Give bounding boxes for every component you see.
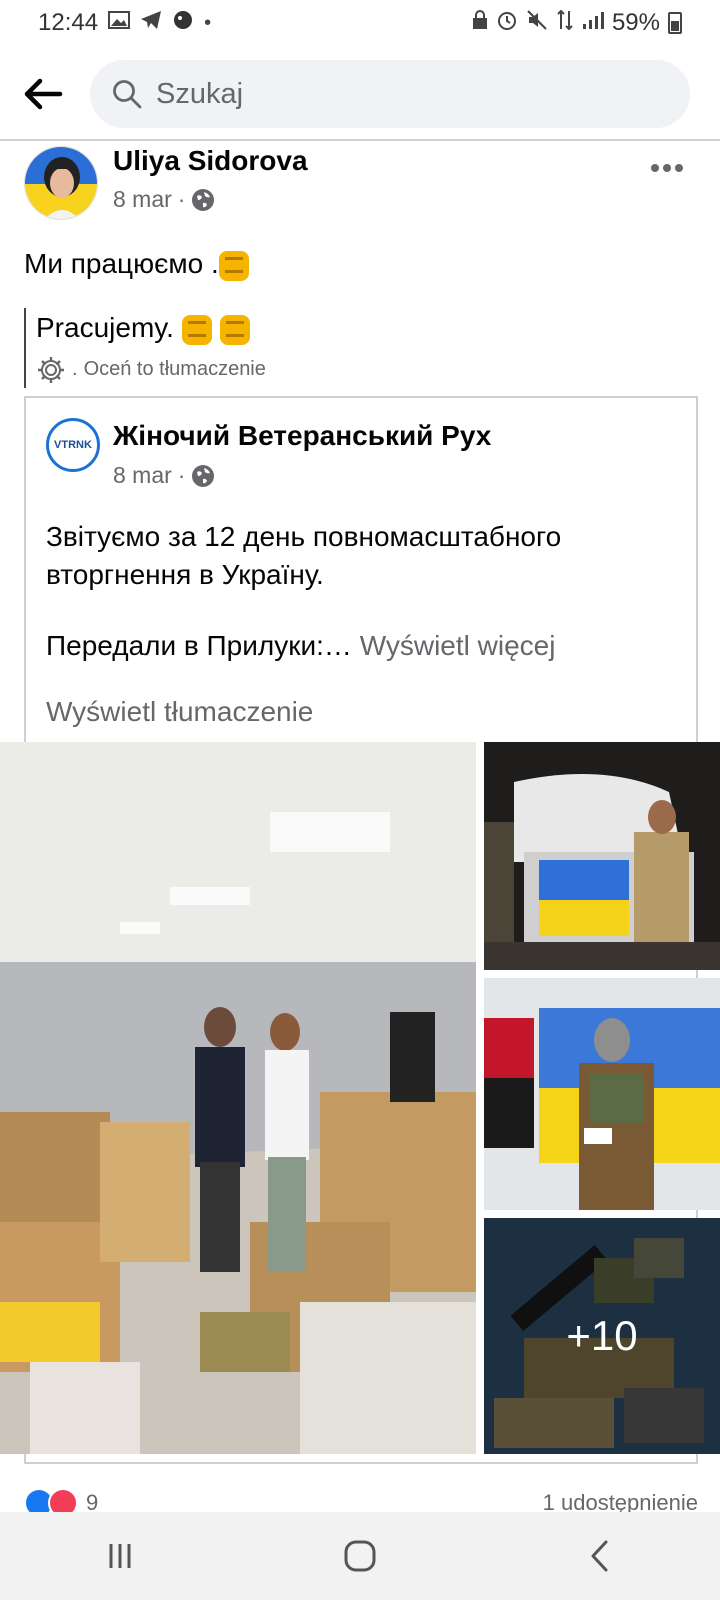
translation-content: Pracujemy. bbox=[36, 312, 174, 343]
home-button[interactable] bbox=[320, 1526, 400, 1586]
shared-post-text-line: Передали в Прилуки:… bbox=[46, 630, 352, 661]
meta-separator: · bbox=[177, 462, 186, 488]
globe-icon bbox=[192, 464, 215, 487]
post-options-button[interactable] bbox=[650, 148, 684, 180]
home-icon bbox=[344, 1540, 376, 1572]
rate-translation-link[interactable]: Oceń to tłumaczenie bbox=[84, 358, 266, 381]
header-divider bbox=[0, 139, 720, 141]
more-photos-count: +10 bbox=[566, 1312, 638, 1359]
mute-icon bbox=[526, 9, 548, 37]
photo-soldier-flag-image bbox=[484, 978, 720, 1210]
alarm-icon bbox=[496, 9, 518, 37]
more-photos-overlay[interactable]: +10 bbox=[484, 1218, 720, 1454]
shared-page-name[interactable]: Жіночий Ветеранський Рух bbox=[113, 420, 491, 452]
lock-icon bbox=[472, 10, 488, 36]
shared-post-date[interactable]: 8 mar bbox=[113, 462, 172, 489]
post-date[interactable]: 8 mar bbox=[113, 186, 172, 213]
rate-dot: . bbox=[72, 358, 78, 381]
translation-text: Pracujemy. bbox=[36, 312, 624, 345]
back-arrow-icon bbox=[24, 78, 63, 110]
more-notifications-dot-icon: • bbox=[204, 11, 212, 34]
status-time: 12:44 bbox=[38, 9, 99, 36]
post-text-content: Ми працюємо . bbox=[24, 248, 219, 279]
back-button[interactable] bbox=[20, 70, 68, 118]
more-dots-icon bbox=[651, 164, 683, 172]
translation-block: Pracujemy. . Oceń to tłumaczenie bbox=[24, 308, 624, 388]
shared-post-meta: 8 mar · bbox=[113, 462, 215, 489]
see-more-link[interactable]: Wyświetl więcej bbox=[360, 630, 556, 661]
raised-fist-emoji-icon bbox=[218, 250, 249, 281]
author-avatar[interactable] bbox=[24, 146, 98, 220]
page-avatar-logo-text: VTRNK bbox=[54, 439, 92, 451]
system-nav-bar bbox=[0, 1512, 720, 1600]
recent-apps-button[interactable] bbox=[80, 1526, 160, 1586]
post-meta: 8 mar · bbox=[113, 186, 215, 213]
raised-fist-emoji-icon bbox=[181, 314, 212, 345]
gallery-icon bbox=[108, 10, 131, 36]
see-translation-link[interactable]: Wyświetl tłumaczenie bbox=[46, 696, 313, 728]
shared-post-text-continued: Передали в Прилуки:… Wyświetl więcej bbox=[46, 630, 555, 662]
raised-fist-emoji-icon bbox=[219, 314, 250, 345]
photo-car-flag[interactable] bbox=[484, 742, 720, 970]
page-avatar[interactable]: VTRNK bbox=[46, 418, 100, 472]
rate-translation-row[interactable]: . Oceń to tłumaczenie bbox=[36, 355, 624, 385]
data-transfer-icon bbox=[556, 9, 574, 37]
chevron-left-icon bbox=[591, 1540, 608, 1572]
avatar-image bbox=[25, 147, 97, 219]
photo-warehouse-image bbox=[0, 742, 476, 1454]
system-back-button[interactable] bbox=[560, 1526, 640, 1586]
top-bar bbox=[0, 56, 720, 136]
photo-equipment[interactable]: +10 bbox=[484, 1218, 720, 1454]
meta-separator: · bbox=[177, 186, 186, 212]
post-text: Ми працюємо . bbox=[24, 248, 249, 281]
telegram-icon bbox=[140, 10, 162, 36]
photo-car-flag-image bbox=[484, 742, 720, 970]
status-bar: 12:44 • 59% bbox=[0, 0, 720, 46]
search-icon bbox=[113, 80, 142, 109]
photo-soldier-flag[interactable] bbox=[484, 978, 720, 1210]
search-input[interactable] bbox=[156, 77, 636, 111]
battery-percent: 59% bbox=[611, 9, 660, 36]
battery-icon bbox=[668, 12, 682, 34]
globe-icon bbox=[192, 188, 215, 211]
shared-post-text: Звітуємо за 12 день повномасштабного вто… bbox=[46, 521, 562, 590]
recent-apps-icon bbox=[109, 1544, 131, 1568]
app-notification-icon bbox=[172, 9, 194, 37]
photo-warehouse[interactable] bbox=[0, 742, 476, 1454]
author-name[interactable]: Uliya Sidorova bbox=[113, 145, 308, 177]
signal-icon bbox=[582, 10, 604, 36]
gear-icon bbox=[38, 356, 64, 383]
card-bottom-border bbox=[24, 1462, 698, 1464]
search-bar[interactable] bbox=[90, 60, 690, 128]
